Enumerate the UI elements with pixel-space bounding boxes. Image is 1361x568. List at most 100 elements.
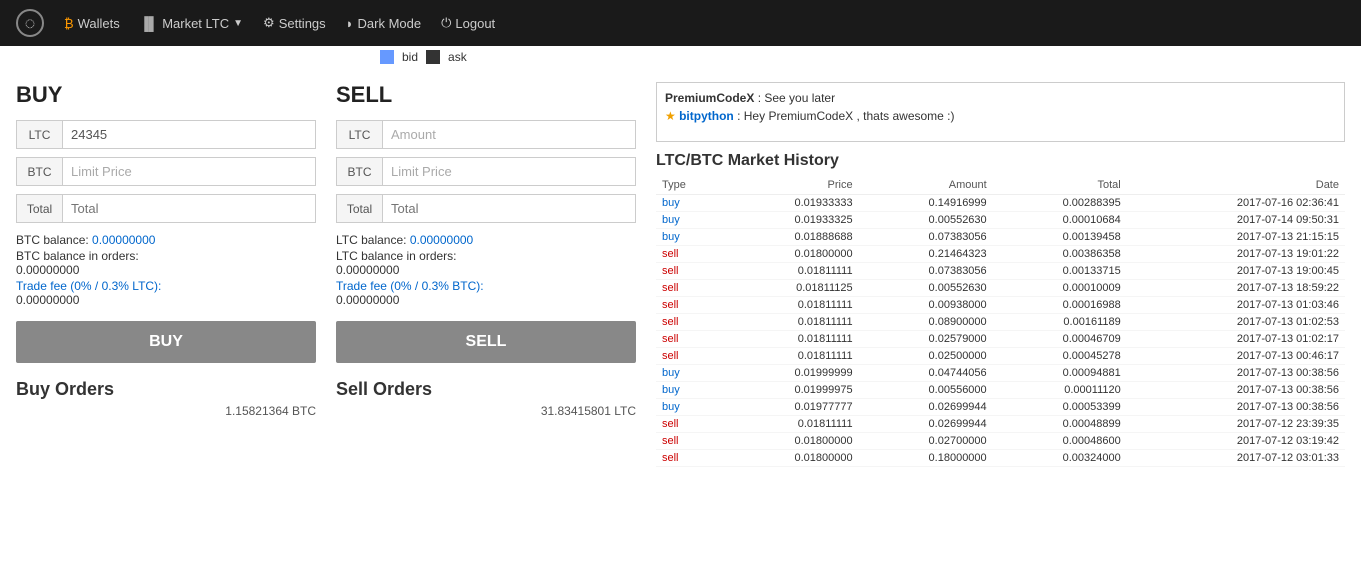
cell-price: 0.01800000 [725, 450, 859, 467]
buy-trade-fee: Trade fee (0% / 0.3% LTC): 0.00000000 [16, 279, 316, 307]
cell-date: 2017-07-16 02:36:41 [1127, 195, 1345, 212]
cell-price: 0.01811111 [725, 263, 859, 280]
bid-legend-label: bid [402, 50, 418, 64]
chat-text-1: See you later [764, 91, 835, 105]
cell-date: 2017-07-13 21:15:15 [1127, 229, 1345, 246]
cell-amount: 0.02500000 [859, 348, 993, 365]
table-row: sell 0.01811111 0.08900000 0.00161189 20… [656, 314, 1345, 331]
table-row: buy 0.01933325 0.00552630 0.00010684 201… [656, 212, 1345, 229]
market-history-scroll[interactable]: Type Price Amount Total Date buy 0.01933… [656, 176, 1345, 467]
sell-ltc-balance: LTC balance: 0.00000000 [336, 233, 636, 247]
sell-ltc-in-orders: LTC balance in orders: 0.00000000 [336, 249, 636, 277]
table-row: buy 0.01888688 0.07383056 0.00139458 201… [656, 229, 1345, 246]
ask-legend-label: ask [448, 50, 467, 64]
sell-button[interactable]: SELL [336, 321, 636, 363]
table-row: sell 0.01800000 0.02700000 0.00048600 20… [656, 433, 1345, 450]
cell-total: 0.00048899 [993, 416, 1127, 433]
sell-ltc-input[interactable] [383, 121, 635, 148]
logout-icon: ⏻ [441, 15, 451, 31]
table-row: sell 0.01811111 0.02500000 0.00045278 20… [656, 348, 1345, 365]
sell-ltc-prefix: LTC [337, 121, 383, 148]
cell-date: 2017-07-13 01:02:53 [1127, 314, 1345, 331]
cell-price: 0.01800000 [725, 433, 859, 450]
sell-btc-input[interactable] [383, 158, 635, 185]
table-row: sell 0.01800000 0.18000000 0.00324000 20… [656, 450, 1345, 467]
table-row: buy 0.01977777 0.02699944 0.00053399 201… [656, 399, 1345, 416]
cell-date: 2017-07-13 19:01:22 [1127, 246, 1345, 263]
buy-orders-total: 1.15821364 BTC [16, 404, 316, 418]
cell-price: 0.01933325 [725, 212, 859, 229]
cell-type: buy [656, 229, 725, 246]
cell-total: 0.00094881 [993, 365, 1127, 382]
cell-type: sell [656, 280, 725, 297]
sell-total-input[interactable] [383, 195, 635, 222]
cell-price: 0.01977777 [725, 399, 859, 416]
cell-total: 0.00386358 [993, 246, 1127, 263]
cell-price: 0.01811125 [725, 280, 859, 297]
sell-btc-group: BTC [336, 157, 636, 186]
sell-total-group: Total [336, 194, 636, 223]
cell-type: sell [656, 314, 725, 331]
cell-date: 2017-07-13 01:03:46 [1127, 297, 1345, 314]
cell-total: 0.00011120 [993, 382, 1127, 399]
sell-trade-fee: Trade fee (0% / 0.3% BTC): 0.00000000 [336, 279, 636, 307]
cell-amount: 0.02700000 [859, 433, 993, 450]
table-row: buy 0.01999975 0.00556000 0.00011120 201… [656, 382, 1345, 399]
buy-ltc-input[interactable] [63, 121, 315, 148]
cell-amount: 0.21464323 [859, 246, 993, 263]
cell-date: 2017-07-12 03:19:42 [1127, 433, 1345, 450]
cell-amount: 0.02699944 [859, 416, 993, 433]
table-row: sell 0.01811111 0.00938000 0.00016988 20… [656, 297, 1345, 314]
cell-date: 2017-07-13 00:38:56 [1127, 399, 1345, 416]
table-row: sell 0.01811125 0.00552630 0.00010009 20… [656, 280, 1345, 297]
buy-btc-input[interactable] [63, 158, 315, 185]
col-total: Total [993, 176, 1127, 195]
chat-text-2: Hey PremiumCodeX , thats awesome :) [744, 109, 955, 123]
nav-market[interactable]: ▐▌ Market LTC ▼ [140, 16, 243, 31]
cell-amount: 0.14916999 [859, 195, 993, 212]
cell-type: buy [656, 195, 725, 212]
sell-orders-title: Sell Orders [336, 379, 636, 400]
cell-type: sell [656, 348, 725, 365]
cell-amount: 0.02579000 [859, 331, 993, 348]
cell-amount: 0.07383056 [859, 263, 993, 280]
main-content: BUY LTC BTC Total BTC balance: 0.0000000… [0, 72, 1361, 477]
cell-price: 0.01811111 [725, 314, 859, 331]
cell-date: 2017-07-13 00:38:56 [1127, 382, 1345, 399]
wallets-icon: ₿ [64, 16, 74, 31]
chat-user-2: bitpython [679, 109, 734, 123]
nav-logout[interactable]: ⏻ Logout [441, 15, 495, 31]
col-price: Price [725, 176, 859, 195]
sell-title: SELL [336, 82, 636, 108]
col-type: Type [656, 176, 725, 195]
buy-btc-in-orders: BTC balance in orders: 0.00000000 [16, 249, 316, 277]
cell-date: 2017-07-12 23:39:35 [1127, 416, 1345, 433]
cell-date: 2017-07-14 09:50:31 [1127, 212, 1345, 229]
cell-amount: 0.18000000 [859, 450, 993, 467]
cell-type: sell [656, 416, 725, 433]
nav-wallets[interactable]: ₿ Wallets [64, 16, 120, 31]
buy-orders-title: Buy Orders [16, 379, 316, 400]
cell-amount: 0.04744056 [859, 365, 993, 382]
chat-box: PremiumCodeX : See you later ★ bitpython… [656, 82, 1345, 142]
market-history-table: Type Price Amount Total Date buy 0.01933… [656, 176, 1345, 467]
star-icon: ★ [665, 109, 679, 123]
logo-icon[interactable]: ◌ [16, 9, 44, 37]
market-icon: ▐▌ [140, 16, 158, 31]
nav-darkmode[interactable]: ◗ Dark Mode [346, 16, 421, 31]
cell-date: 2017-07-12 03:01:33 [1127, 450, 1345, 467]
cell-date: 2017-07-13 00:46:17 [1127, 348, 1345, 365]
cell-price: 0.01888688 [725, 229, 859, 246]
chat-line-1: PremiumCodeX : See you later [665, 91, 1336, 105]
cell-amount: 0.02699944 [859, 399, 993, 416]
cell-type: sell [656, 331, 725, 348]
dropdown-icon: ▼ [233, 18, 243, 29]
nav-settings[interactable]: ⚙ Settings [263, 15, 326, 31]
cell-type: buy [656, 212, 725, 229]
cell-amount: 0.00552630 [859, 212, 993, 229]
cell-price: 0.01999975 [725, 382, 859, 399]
right-column: PremiumCodeX : See you later ★ bitpython… [656, 82, 1345, 467]
cell-type: sell [656, 263, 725, 280]
buy-button[interactable]: BUY [16, 321, 316, 363]
buy-total-input[interactable] [63, 195, 315, 222]
